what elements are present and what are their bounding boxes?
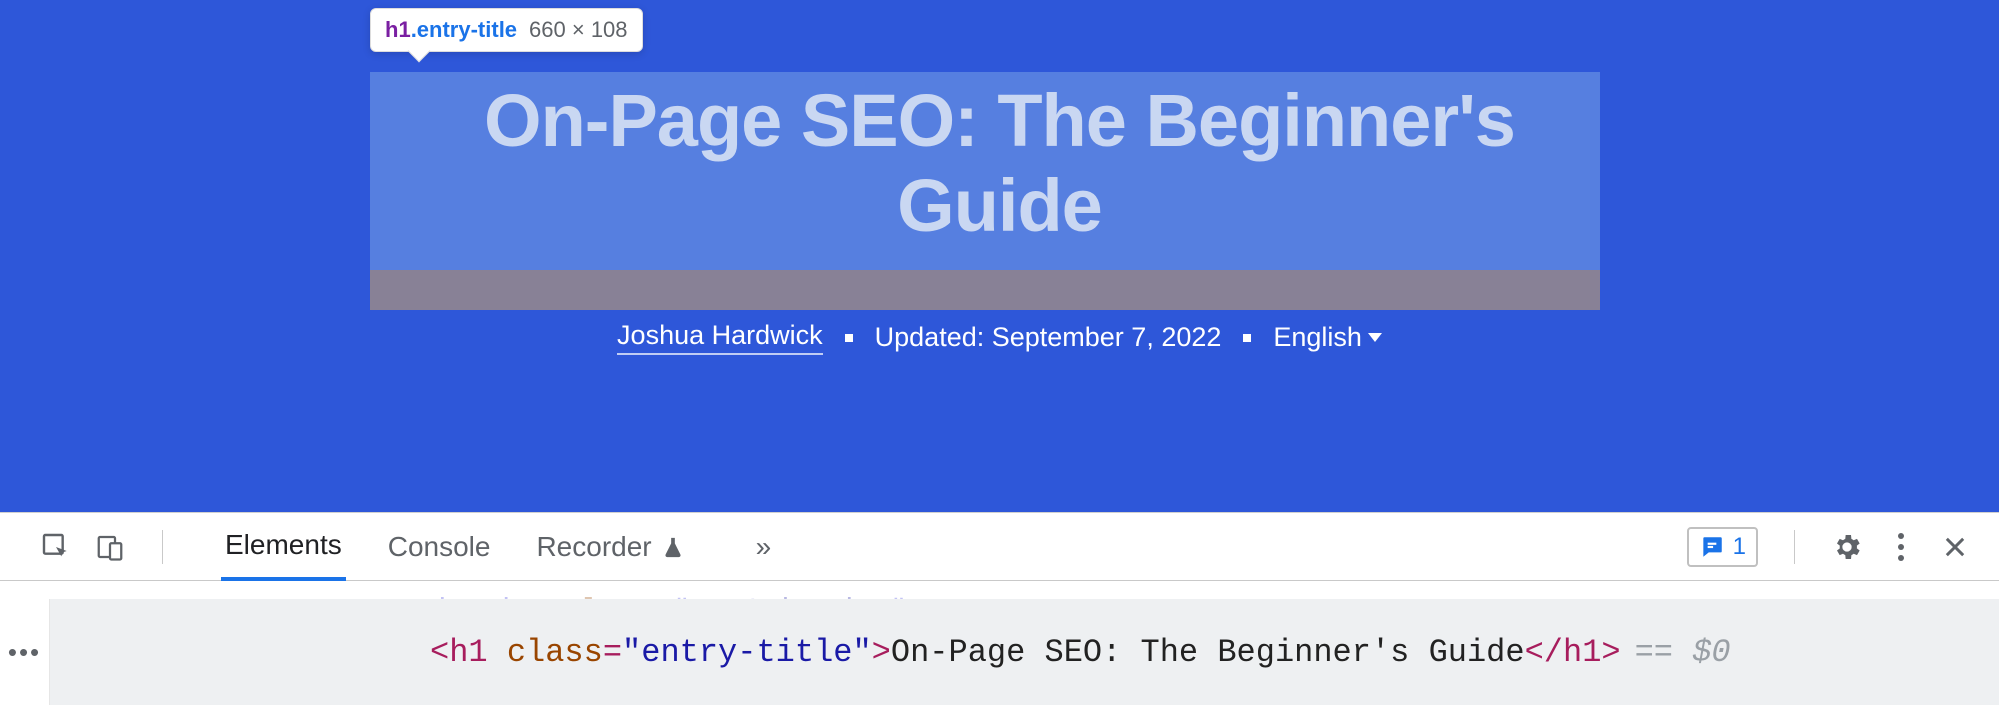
selected-element-row[interactable]: <h1 class="entry-title">On-Page SEO: The…	[50, 599, 1999, 705]
language-label: English	[1273, 322, 1362, 353]
tabs-overflow-icon[interactable]: »	[756, 531, 766, 563]
toolbar-divider	[162, 530, 163, 564]
post-meta: Joshua Hardwick Updated: September 7, 20…	[0, 320, 1999, 355]
devtools-tabs: Elements Console Recorder »	[221, 513, 765, 581]
tooltip-tag: h1	[385, 17, 411, 42]
meta-separator-icon	[1243, 334, 1251, 342]
tab-recorder[interactable]: Recorder	[532, 515, 687, 579]
devtools-toolbar: Elements Console Recorder »	[0, 513, 1999, 581]
inspect-element-icon[interactable]	[40, 531, 72, 563]
page-preview: h1.entry-title 660 × 108 On-Page SEO: Th…	[0, 0, 1999, 512]
tab-elements[interactable]: Elements	[221, 513, 346, 581]
close-devtools-icon[interactable]	[1939, 531, 1971, 563]
devtools-panel: Elements Console Recorder »	[0, 512, 1999, 705]
issues-badge[interactable]: 1	[1687, 527, 1758, 567]
device-toolbar-icon[interactable]	[94, 531, 126, 563]
language-dropdown[interactable]: English	[1273, 322, 1382, 353]
chat-icon	[1699, 534, 1725, 560]
author-link[interactable]: Joshua Hardwick	[617, 320, 823, 355]
tab-console[interactable]: Console	[384, 515, 495, 579]
expand-handle[interactable]: •••	[0, 599, 50, 705]
tooltip-arrow-icon	[408, 40, 431, 63]
chevron-down-icon	[1368, 333, 1382, 342]
tab-label: Recorder	[536, 531, 651, 563]
inspect-tooltip: h1.entry-title 660 × 108	[370, 8, 643, 52]
parent-element-row[interactable]: <header class="post-header">	[0, 581, 1999, 599]
elements-panel: <header class="post-header"> ••• <h1 cla…	[0, 581, 1999, 705]
settings-icon[interactable]	[1831, 531, 1863, 563]
tab-label: Console	[388, 531, 491, 563]
console-ref: == $0	[1635, 634, 1731, 671]
flask-icon	[662, 536, 684, 558]
meta-separator-icon	[845, 334, 853, 342]
issues-count: 1	[1733, 533, 1746, 561]
inspect-highlight-margin	[370, 270, 1600, 310]
toolbar-divider	[1794, 530, 1795, 564]
tab-label: Elements	[225, 529, 342, 561]
kebab-menu-icon[interactable]	[1885, 531, 1917, 563]
tooltip-class: .entry-title	[411, 17, 517, 42]
updated-date: Updated: September 7, 2022	[875, 322, 1222, 353]
tooltip-dimensions: 660 × 108	[529, 17, 627, 43]
page-title: On-Page SEO: The Beginner's Guide	[400, 78, 1600, 248]
